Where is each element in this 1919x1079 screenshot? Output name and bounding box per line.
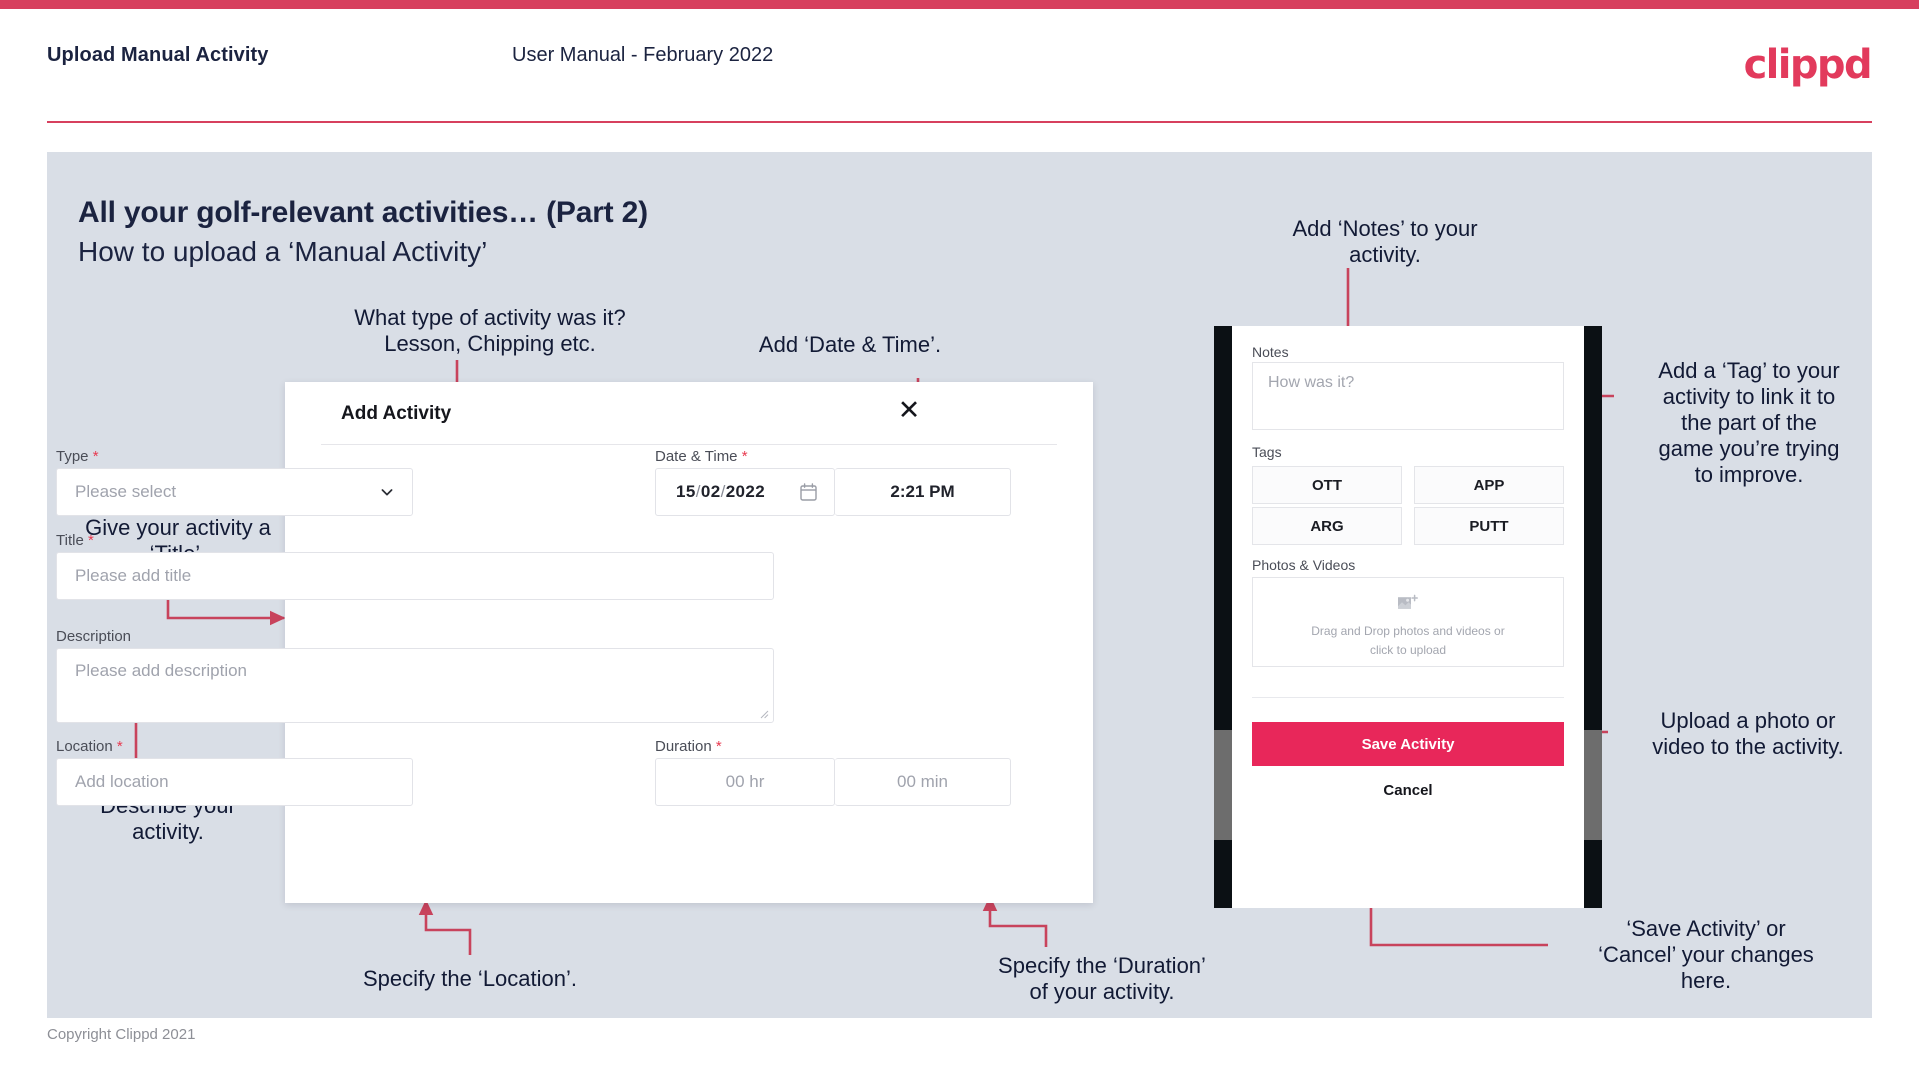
page-subtitle: User Manual - February 2022: [512, 44, 774, 66]
date-input[interactable]: 15/02/2022: [655, 468, 835, 516]
title-input[interactable]: Please add title: [56, 552, 774, 600]
phone-bezel-right-highlight: [1584, 730, 1602, 840]
description-label: Description: [56, 628, 131, 645]
dialog-divider: [321, 444, 1057, 445]
date-day: 15: [676, 482, 696, 501]
tag-button-putt[interactable]: PUTT: [1414, 507, 1564, 545]
location-label: Location *: [56, 738, 123, 755]
top-accent-bar: [0, 0, 1919, 9]
clippd-logo: clippd: [1743, 42, 1873, 88]
add-image-icon: [1398, 594, 1418, 609]
notes-label: Notes: [1252, 344, 1289, 360]
duration-minutes-input[interactable]: 00 min: [835, 758, 1011, 806]
datetime-required-marker: *: [741, 448, 748, 465]
time-value: 2:21 PM: [890, 482, 955, 501]
notes-placeholder: How was it?: [1268, 374, 1355, 391]
phone-bezel-left-highlight: [1214, 730, 1232, 840]
phone-screen: Notes How was it? Tags OTT APP ARG PUTT …: [1232, 326, 1584, 908]
datetime-label-text: Date & Time: [655, 448, 738, 465]
description-placeholder: Please add description: [75, 661, 248, 680]
time-input[interactable]: 2:21 PM: [835, 468, 1011, 516]
duration-minutes-placeholder: 00 min: [896, 772, 949, 791]
description-textarea[interactable]: Please add description: [56, 648, 774, 723]
footer-copyright: Copyright Clippd 2021: [47, 1026, 196, 1043]
duration-hours-input[interactable]: 00 hr: [655, 758, 835, 806]
type-label: Type *: [56, 448, 99, 465]
phone-bezel-right: [1584, 326, 1602, 908]
dropzone-line-2: click to upload: [1369, 642, 1447, 657]
duration-required-marker: *: [715, 738, 722, 755]
slide-subheading: How to upload a ‘Manual Activity’: [78, 236, 488, 267]
phone-mockup: Notes How was it? Tags OTT APP ARG PUTT …: [1214, 326, 1602, 908]
annotation-upload: Upload a photo or video to the activity.: [1652, 708, 1844, 759]
annotation-save: ‘Save Activity’ or ‘Cancel’ your changes…: [1598, 916, 1814, 993]
annotation-notes: Add ‘Notes’ to your activity.: [1292, 216, 1478, 267]
title-placeholder: Please add title: [75, 566, 192, 585]
duration-label: Duration *: [655, 738, 722, 755]
location-input[interactable]: Add location: [56, 758, 413, 806]
slide-root: Upload Manual Activity User Manual - Feb…: [0, 0, 1919, 1079]
title-label-text: Title: [56, 532, 84, 549]
location-placeholder: Add location: [75, 772, 169, 791]
calendar-icon[interactable]: [800, 483, 817, 501]
dropzone-text: Drag and Drop photos and videos or click…: [1252, 622, 1564, 659]
date-month: 02: [700, 482, 721, 501]
type-required-marker: *: [92, 448, 99, 465]
tags-label: Tags: [1252, 444, 1282, 460]
page-title: Upload Manual Activity: [47, 44, 269, 66]
location-required-marker: *: [116, 738, 123, 755]
tag-button-app[interactable]: APP: [1414, 466, 1564, 504]
slide-heading: All your golf-relevant activities… (Part…: [78, 196, 648, 229]
datetime-label: Date & Time *: [655, 448, 748, 465]
type-placeholder: Please select: [75, 482, 177, 501]
date-year: 2022: [725, 482, 766, 501]
annotation-location: Specify the ‘Location’.: [362, 966, 578, 991]
title-label: Title *: [56, 532, 94, 549]
header-divider: [47, 121, 1872, 123]
description-label-text: Description: [56, 628, 132, 645]
notes-textarea[interactable]: [1252, 362, 1564, 430]
chevron-down-icon: [381, 489, 393, 496]
dialog-title: Add Activity: [341, 403, 452, 424]
close-icon[interactable]: ✕: [892, 393, 926, 427]
annotation-tags: Add a ‘Tag’ to your activity to link it …: [1658, 358, 1840, 487]
location-label-text: Location: [56, 738, 113, 755]
title-required-marker: *: [87, 532, 94, 549]
annotation-duration: Specify the ‘Duration’ of your activity.: [998, 953, 1206, 1004]
annotation-datetime: Add ‘Date & Time’.: [758, 332, 942, 357]
annotation-type: What type of activity was it? Lesson, Ch…: [354, 305, 626, 356]
cancel-button[interactable]: Cancel: [1252, 782, 1564, 799]
duration-hours-placeholder: 00 hr: [725, 772, 765, 791]
phone-bezel-left: [1214, 326, 1232, 908]
type-select[interactable]: Please select: [56, 468, 413, 516]
duration-label-text: Duration: [655, 738, 712, 755]
resize-grip-icon[interactable]: [759, 709, 769, 719]
photos-videos-label: Photos & Videos: [1252, 557, 1356, 573]
tag-button-ott[interactable]: OTT: [1252, 466, 1402, 504]
phone-divider: [1252, 697, 1564, 698]
type-label-text: Type: [56, 448, 89, 465]
tag-button-arg[interactable]: ARG: [1252, 507, 1402, 545]
dropzone-line-1: Drag and Drop photos and videos or: [1311, 624, 1505, 638]
save-activity-button[interactable]: Save Activity: [1252, 722, 1564, 766]
